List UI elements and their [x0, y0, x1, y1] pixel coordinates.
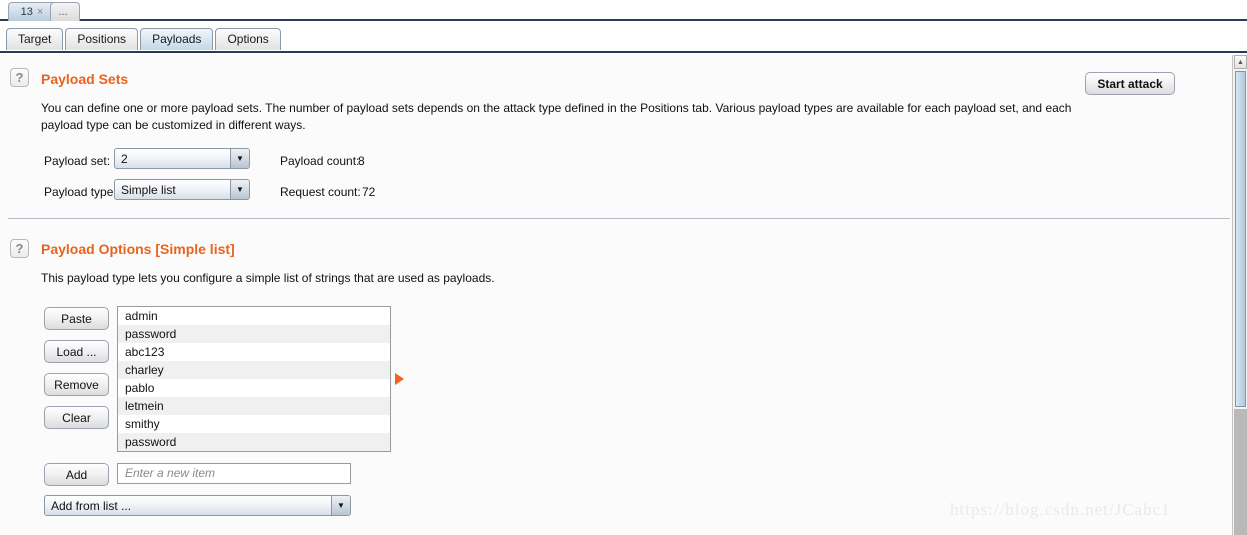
vertical-scrollbar[interactable]: ▲	[1232, 55, 1247, 535]
payload-type-label: Payload type:	[44, 185, 117, 199]
start-attack-button[interactable]: Start attack	[1085, 72, 1175, 95]
tab-options[interactable]: Options	[215, 28, 281, 50]
tab-target[interactable]: Target	[6, 28, 64, 50]
tab-payloads[interactable]: Payloads	[140, 28, 214, 50]
scrollbar-track[interactable]	[1234, 409, 1247, 535]
payload-list[interactable]: admin password abc123 charley pablo letm…	[117, 306, 391, 452]
list-item[interactable]: password	[118, 433, 390, 451]
scroll-up-button[interactable]: ▲	[1234, 55, 1247, 69]
request-count-value: 72	[362, 185, 376, 199]
watermark: https://blog.csdn.net/JCabc1	[950, 500, 1171, 519]
pointer-arrow-icon	[395, 373, 404, 385]
payload-sets-description: You can define one or more payload sets.…	[41, 101, 1072, 132]
list-item[interactable]: admin	[118, 307, 390, 325]
list-item[interactable]: smithy	[118, 415, 390, 433]
payload-type-select[interactable]: Simple list ▼	[114, 179, 250, 200]
payload-count-label: Payload count:	[280, 154, 360, 168]
window-tab-strip: 13 × ...	[0, 0, 1247, 21]
clear-button[interactable]: Clear	[44, 406, 109, 429]
add-button[interactable]: Add	[44, 463, 109, 486]
payload-set-value: 2	[121, 151, 128, 166]
paste-button[interactable]: Paste	[44, 307, 109, 330]
payload-sets-title: Payload Sets	[41, 71, 129, 87]
chevron-down-icon[interactable]: ▼	[230, 180, 249, 199]
list-item[interactable]: abc123	[118, 343, 390, 361]
window-tab-label: 13	[20, 6, 33, 18]
payload-count-value: 8	[358, 154, 365, 168]
payload-set-select[interactable]: 2 ▼	[114, 148, 250, 169]
remove-button[interactable]: Remove	[44, 373, 109, 396]
scrollbar-thumb[interactable]	[1235, 71, 1246, 407]
help-icon-payload-options[interactable]: ?	[10, 239, 29, 258]
window-tab-more-label: ...	[58, 6, 68, 18]
list-item[interactable]: letmein	[118, 397, 390, 415]
window-tab-13[interactable]: 13 ×	[8, 2, 56, 21]
tab-positions[interactable]: Positions	[65, 28, 139, 50]
request-count-label: Request count:	[280, 185, 361, 199]
add-from-list-select[interactable]: Add from list ... ▼	[44, 495, 351, 516]
help-icon-payload-sets[interactable]: ?	[10, 68, 29, 87]
chevron-down-icon[interactable]: ▼	[331, 496, 350, 515]
payload-options-title: Payload Options [Simple list]	[41, 241, 235, 257]
add-from-list-value: Add from list ...	[51, 498, 132, 513]
close-icon[interactable]: ×	[37, 6, 43, 18]
new-item-input[interactable]: Enter a new item	[117, 463, 351, 484]
list-item[interactable]: pablo	[118, 379, 390, 397]
window-tab-more[interactable]: ...	[50, 2, 80, 21]
payload-type-value: Simple list	[121, 182, 176, 197]
inner-tab-strip: Target Positions Payloads Options	[0, 23, 1247, 53]
chevron-down-icon[interactable]: ▼	[230, 149, 249, 168]
load-button[interactable]: Load ...	[44, 340, 109, 363]
payload-options-description: This payload type lets you configure a s…	[41, 271, 495, 285]
payload-set-label: Payload set:	[44, 154, 111, 168]
list-item[interactable]: charley	[118, 361, 390, 379]
section-divider	[8, 218, 1230, 219]
list-item[interactable]: password	[118, 325, 390, 343]
payloads-panel: ? Payload Sets You can define one or mor…	[0, 55, 1232, 535]
tab-underline	[0, 51, 1247, 53]
